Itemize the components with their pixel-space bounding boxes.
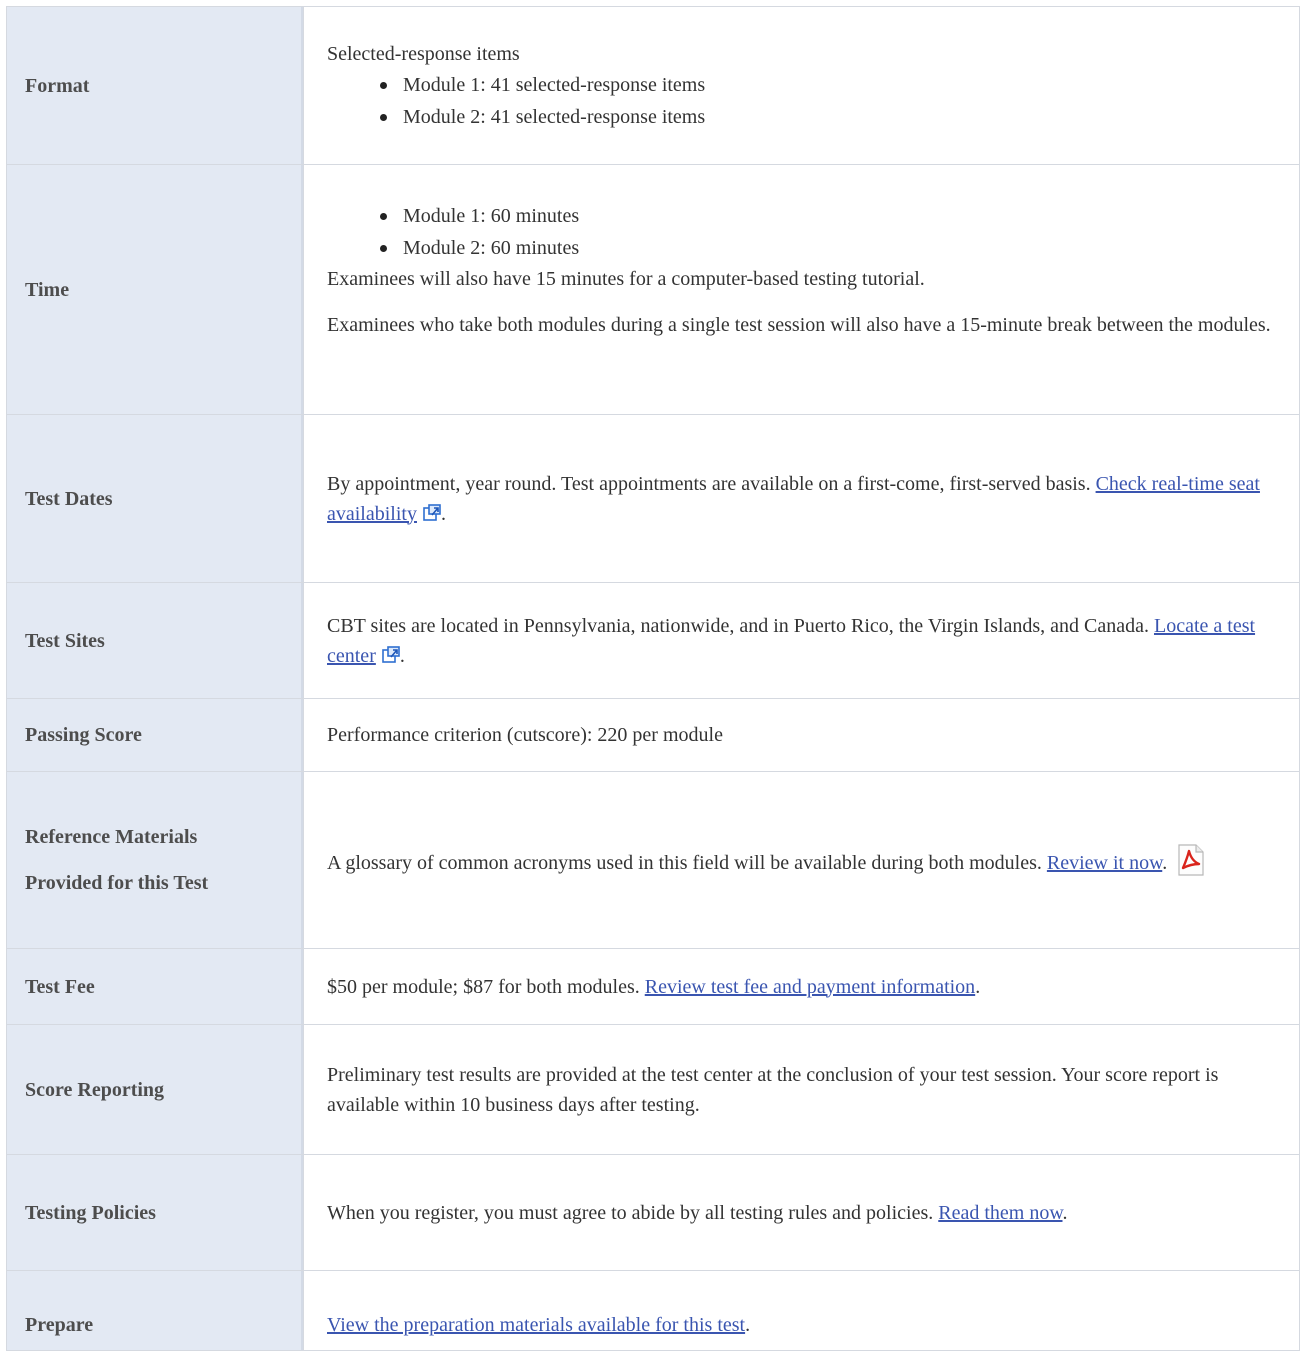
test-sites-text: CBT sites are located in Pennsylvania, n…: [327, 614, 1149, 637]
time-tutorial-text: Examinees will also have 15 minutes for …: [327, 267, 925, 290]
row-prepare: Prepare View the preparation materials a…: [6, 1270, 1300, 1351]
prepare-label: Prepare: [6, 1270, 304, 1351]
row-test-fee: Test Fee $50 per module; $87 for both mo…: [6, 948, 1300, 1025]
row-test-dates: Test Dates By appointment, year round. T…: [6, 414, 1300, 583]
row-score-reporting: Score Reporting Preliminary test results…: [6, 1024, 1300, 1155]
test-dates-text: By appointment, year round. Test appoint…: [327, 472, 1091, 495]
bullet-dot: [380, 244, 387, 252]
row-format: Format Selected-response items Module 1:…: [6, 6, 1300, 165]
test-fee-info-link[interactable]: Review test fee and payment information: [645, 976, 975, 998]
reference-materials-value: A glossary of common acronyms used in th…: [303, 771, 1300, 949]
testing-policies-value: When you register, you must agree to abi…: [303, 1154, 1300, 1271]
time-value: Module 1: 60 minutes Module 2: 60 minute…: [303, 164, 1300, 415]
list-item: Module 2: 60 minutes: [380, 232, 1279, 264]
list-item: Module 1: 60 minutes: [380, 200, 1279, 232]
testing-policies-text: When you register, you must agree to abi…: [327, 1201, 934, 1224]
bullet-dot: [380, 81, 387, 89]
list-item: Module 2: 41 selected-response items: [380, 101, 1279, 133]
row-testing-policies: Testing Policies When you register, you …: [6, 1154, 1300, 1271]
time-bullet-list: Module 1: 60 minutes Module 2: 60 minute…: [327, 200, 1279, 264]
test-dates-value: By appointment, year round. Test appoint…: [303, 414, 1300, 583]
passing-score-value: Performance criterion (cutscore): 220 pe…: [303, 698, 1300, 772]
format-intro: Selected-response items: [327, 42, 520, 65]
test-fee-value: $50 per module; $87 for both modules. Re…: [303, 948, 1300, 1025]
test-fee-label: Test Fee: [6, 948, 304, 1025]
row-passing-score: Passing Score Performance criterion (cut…: [6, 698, 1300, 772]
score-reporting-value: Preliminary test results are provided at…: [303, 1024, 1300, 1155]
format-bullet-list: Module 1: 41 selected-response items Mod…: [327, 69, 1279, 133]
preparation-materials-link[interactable]: View the preparation materials available…: [327, 1314, 745, 1336]
row-test-sites: Test Sites CBT sites are located in Penn…: [6, 582, 1300, 699]
review-glossary-link[interactable]: Review it now: [1047, 852, 1162, 874]
time-break-text: Examinees who take both modules during a…: [327, 313, 1271, 336]
row-reference-materials: Reference Materials Provided for this Te…: [6, 771, 1300, 949]
bullet-dot: [380, 212, 387, 220]
external-link-icon[interactable]: [382, 645, 400, 663]
reference-materials-label: Reference Materials Provided for this Te…: [6, 771, 304, 949]
format-value: Selected-response items Module 1: 41 sel…: [303, 6, 1300, 165]
score-reporting-label: Score Reporting: [6, 1024, 304, 1155]
row-time: Time Module 1: 60 minutes Module 2: 60 m…: [6, 164, 1300, 415]
test-info-table: Format Selected-response items Module 1:…: [6, 6, 1300, 1351]
reference-text: A glossary of common acronyms used in th…: [327, 851, 1042, 874]
test-fee-text: $50 per module; $87 for both modules.: [327, 975, 640, 998]
read-policies-link[interactable]: Read them now: [938, 1202, 1062, 1224]
format-label: Format: [6, 6, 304, 165]
time-label: Time: [6, 164, 304, 415]
pdf-icon[interactable]: [1173, 843, 1207, 877]
external-link-icon[interactable]: [423, 503, 441, 521]
prepare-value: View the preparation materials available…: [303, 1270, 1300, 1351]
passing-score-label: Passing Score: [6, 698, 304, 772]
testing-policies-label: Testing Policies: [6, 1154, 304, 1271]
list-item: Module 1: 41 selected-response items: [380, 69, 1279, 101]
test-sites-value: CBT sites are located in Pennsylvania, n…: [303, 582, 1300, 699]
test-sites-label: Test Sites: [6, 582, 304, 699]
test-dates-label: Test Dates: [6, 414, 304, 583]
bullet-dot: [380, 113, 387, 121]
